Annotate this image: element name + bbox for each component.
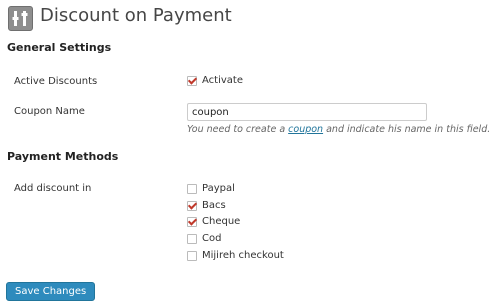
cheque-label: Cheque xyxy=(202,216,241,227)
add-discount-label: Add discount in xyxy=(14,183,92,194)
activate-checkbox[interactable] xyxy=(187,75,197,86)
bacs-checkbox[interactable] xyxy=(187,200,197,211)
payment-option-bacs[interactable]: Bacs xyxy=(187,200,226,211)
cod-checkbox[interactable] xyxy=(187,233,197,244)
coupon-help-text: You need to create a coupon and indicate… xyxy=(187,124,490,135)
activate-checkbox-row[interactable]: Activate xyxy=(187,75,243,86)
page-title: Discount on Payment xyxy=(40,5,232,26)
bacs-label: Bacs xyxy=(202,200,226,211)
mijireh-checkbox[interactable] xyxy=(187,250,197,261)
cod-label: Cod xyxy=(202,233,222,244)
paypal-label: Paypal xyxy=(202,183,235,194)
payment-methods-heading: Payment Methods xyxy=(7,150,119,163)
cheque-checkbox[interactable] xyxy=(187,216,197,227)
general-settings-heading: General Settings xyxy=(7,41,112,54)
coupon-link[interactable]: coupon xyxy=(288,124,323,135)
help-text-end: and indicate his name in this field. xyxy=(323,124,491,135)
payment-option-cheque[interactable]: Cheque xyxy=(187,216,240,227)
settings-tools-icon xyxy=(8,6,33,31)
paypal-checkbox[interactable] xyxy=(187,183,197,194)
payment-option-mijireh[interactable]: Mijireh checkout xyxy=(187,250,284,261)
coupon-name-input[interactable] xyxy=(187,103,427,121)
activate-checkbox-label: Activate xyxy=(202,75,243,86)
mijireh-label: Mijireh checkout xyxy=(202,250,284,261)
save-changes-button[interactable]: Save Changes xyxy=(6,282,96,301)
help-text-start: You need to create a xyxy=(187,124,289,135)
payment-option-cod[interactable]: Cod xyxy=(187,233,221,244)
active-discounts-label: Active Discounts xyxy=(14,76,98,87)
payment-option-paypal[interactable]: Paypal xyxy=(187,183,235,194)
coupon-name-label: Coupon Name xyxy=(14,106,85,117)
